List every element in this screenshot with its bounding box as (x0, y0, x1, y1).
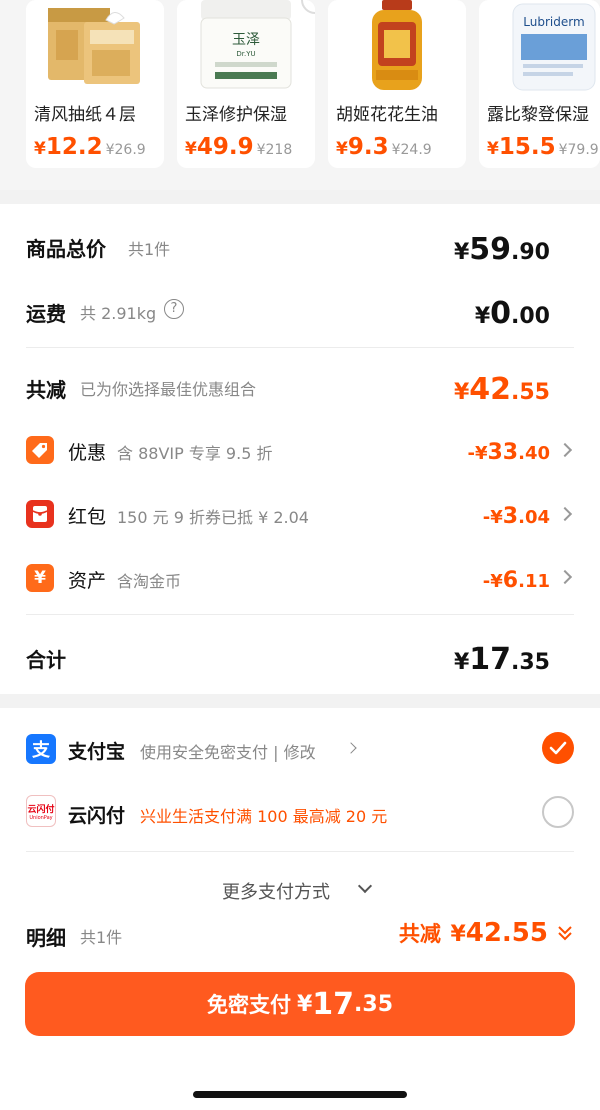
chevron-down-icon[interactable] (357, 878, 373, 894)
original-price: ¥24.9 (391, 142, 432, 158)
yen-coin-icon: ¥ (26, 564, 54, 592)
help-icon[interactable]: ? (164, 299, 184, 319)
unionpay-radio[interactable] (542, 796, 574, 828)
total-count: 共1件 (128, 240, 171, 259)
product-price: ¥12.2 ¥26.9 (34, 134, 146, 160)
discount-desc: 含淘金币 (117, 572, 182, 591)
alipay-label[interactable]: 支付宝 (68, 737, 125, 764)
product-price: ¥49.9 ¥218 (185, 134, 293, 160)
more-payment-methods-button[interactable]: 更多支付方式 (222, 878, 330, 904)
detail-label: 明细 (26, 926, 66, 950)
chevron-right-icon[interactable] (557, 506, 573, 522)
original-price: ¥79.9 (558, 142, 599, 158)
shipping-label: 运费 (26, 302, 66, 326)
product-name: 胡姬花花生油 (336, 105, 438, 125)
divider (26, 851, 574, 852)
discount-desc: 含 88VIP 专享 9.5 折 (117, 444, 273, 463)
unionpay-icon: 云闪付 UnionPay (26, 795, 56, 827)
recommended-products: 清风抽纸４层 ¥12.2 ¥26.9 玉泽 Dr.YU 玉泽修护保湿 ¥49.9 ¥… (0, 0, 600, 190)
reduce-amount: ¥42.55 (453, 372, 550, 407)
double-chevron-down-icon[interactable] (556, 924, 574, 942)
product-image-yuze: 玉泽 Dr.YU (177, 0, 315, 92)
shipping-weight: 共 2.91kg (80, 304, 157, 323)
shipping-amount: ¥0.00 (474, 296, 550, 331)
product-image-brand: 玉泽 (232, 32, 260, 48)
alipay-icon: 支 (26, 734, 56, 764)
tag-icon (26, 436, 54, 464)
grand-total-label: 合计 (26, 648, 66, 672)
discount-desc: 150 元 9 折券已抵 ¥ 2.04 (117, 508, 309, 527)
discount-amount[interactable]: -¥3.04 (483, 504, 550, 529)
unionpay-promo: 兴业生活支付满 100 最高减 20 元 (140, 807, 388, 826)
product-name: 玉泽修护保湿 (185, 105, 287, 125)
detail-count: 共1件 (80, 928, 123, 947)
divider (26, 614, 574, 615)
section-gap (0, 190, 600, 204)
check-icon (549, 741, 567, 755)
product-card-yuze[interactable]: 玉泽 Dr.YU 玉泽修护保湿 ¥49.9 ¥218 (177, 0, 315, 168)
chevron-right-icon[interactable] (557, 569, 573, 585)
divider (26, 347, 574, 348)
product-card-tissue[interactable]: 清风抽纸４层 ¥12.2 ¥26.9 (26, 0, 164, 168)
discount-amount[interactable]: -¥33.40 (467, 440, 550, 465)
discount-label: 优惠 (68, 442, 107, 464)
total-label: 商品总价 (26, 237, 106, 261)
product-card-lubriderm[interactable]: Lubriderm 露比黎登保湿 ¥15.5 ¥79.9 (479, 0, 600, 168)
reduce-label: 共减 (26, 378, 66, 402)
product-image-brand-en: Dr.YU (236, 50, 255, 58)
product-image-oil (328, 0, 466, 92)
discount-amount[interactable]: -¥6.11 (483, 568, 550, 593)
product-image-tissue (26, 0, 164, 92)
discount-label: 红包 (68, 506, 107, 528)
section-gap (0, 694, 600, 708)
pay-button[interactable]: 免密支付 ¥17.35 (25, 972, 575, 1036)
product-name: 清风抽纸４层 (34, 105, 136, 125)
alipay-desc[interactable]: 使用安全免密支付 | 修改 (140, 739, 316, 763)
product-price: ¥9.3 ¥24.9 (336, 134, 432, 160)
product-price: ¥15.5 ¥79.9 (487, 134, 599, 160)
detail-reduce-amount[interactable]: 共减 ¥42.55 (399, 918, 548, 948)
product-card-oil[interactable]: 胡姬花花生油 ¥9.3 ¥24.9 (328, 0, 466, 168)
reduce-desc: 已为你选择最佳优惠组合 (80, 380, 257, 399)
product-name: 露比黎登保湿 (487, 105, 589, 125)
grand-total-amount: ¥17.35 (453, 642, 550, 677)
unionpay-label[interactable]: 云闪付 (68, 801, 125, 828)
product-image-lubriderm: Lubriderm (479, 0, 600, 92)
product-image-brand: Lubriderm (523, 15, 584, 29)
red-packet-icon (26, 500, 54, 528)
discount-label: 资产 (68, 570, 107, 592)
alipay-radio-checked[interactable] (542, 732, 574, 764)
total-amount: ¥59.90 (453, 232, 550, 267)
original-price: ¥26.9 (105, 142, 146, 158)
original-price: ¥218 (256, 142, 293, 158)
home-indicator (193, 1091, 407, 1098)
chevron-right-icon[interactable] (345, 742, 357, 754)
chevron-right-icon[interactable] (557, 442, 573, 458)
